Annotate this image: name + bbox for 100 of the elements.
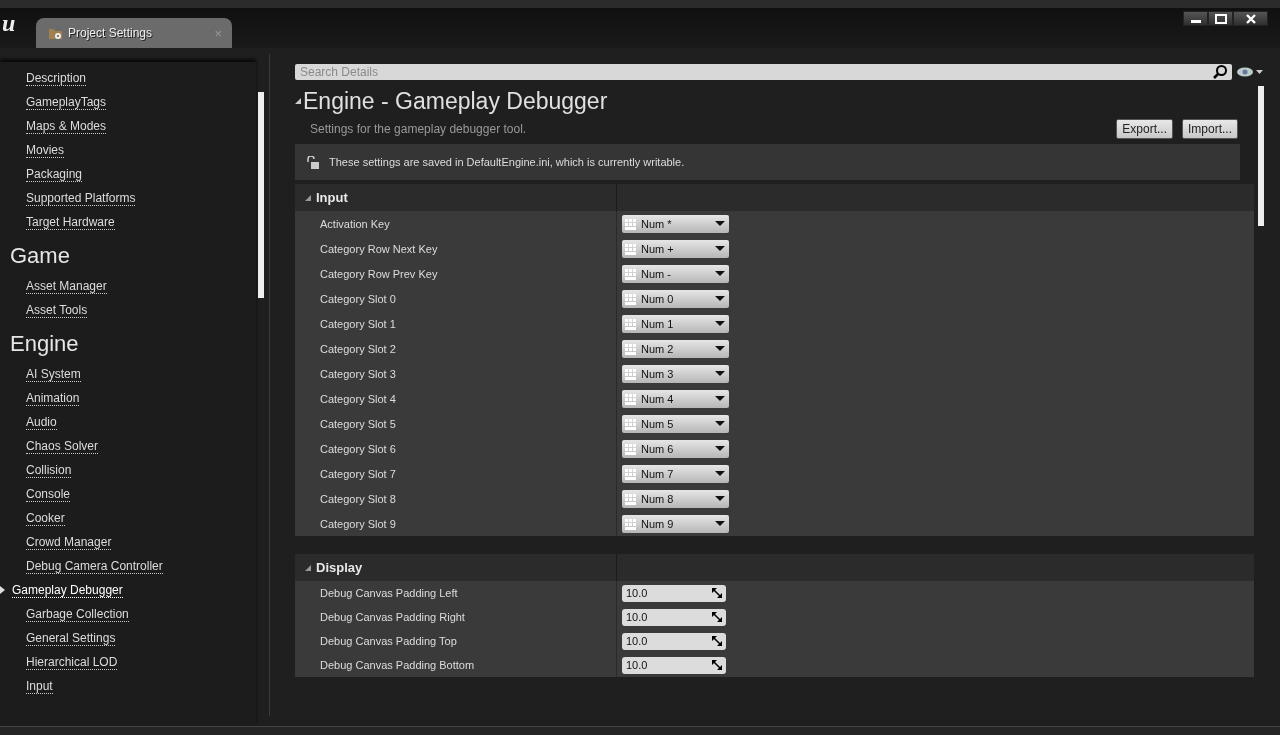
key-dropdown[interactable]: Num 6: [622, 439, 729, 458]
sidebar-link[interactable]: Target Hardware: [10, 214, 115, 230]
caret-icon: [715, 496, 725, 501]
scrollbar-thumb[interactable]: [258, 92, 264, 298]
property-label: Category Slot 0: [320, 292, 396, 305]
property-label: Category Slot 1: [320, 317, 396, 330]
maximize-icon: [1214, 13, 1227, 24]
property-label: Category Slot 2: [320, 342, 396, 355]
property-label: Category Slot 9: [320, 517, 396, 530]
key-dropdown[interactable]: Num 0: [622, 289, 729, 308]
property-label: Category Row Prev Key: [320, 267, 438, 280]
caret-icon: [715, 446, 725, 451]
property-label: Debug Canvas Padding Top: [320, 635, 457, 647]
property-label: Category Slot 7: [320, 467, 396, 480]
property-label: Debug Canvas Padding Bottom: [320, 659, 475, 671]
search-field[interactable]: Search Details: [295, 64, 1232, 80]
sidebar-link[interactable]: Description: [10, 70, 87, 86]
sidebar-link[interactable]: Gameplay Debugger: [0, 582, 123, 598]
caret-icon: [715, 321, 725, 326]
caret-icon: [715, 246, 725, 251]
number-field[interactable]: 10.0: [622, 656, 726, 674]
sidebar-link[interactable]: Asset Tools: [10, 302, 88, 318]
close-button[interactable]: [1233, 11, 1268, 26]
collapse-arrow-icon[interactable]: [295, 98, 301, 104]
sidebar-link[interactable]: Console: [10, 486, 71, 502]
key-dropdown[interactable]: Num 2: [622, 339, 729, 358]
close-icon: [1244, 13, 1257, 24]
sidebar-link[interactable]: Asset Manager: [10, 278, 107, 294]
property-label: Debug Canvas Padding Left: [320, 587, 458, 599]
project-settings-tab[interactable]: Project Settings ×: [36, 18, 232, 48]
property-label: Category Slot 3: [320, 367, 396, 380]
caret-icon: [715, 221, 725, 226]
sidebar-link[interactable]: Movies: [10, 142, 64, 158]
maximize-button[interactable]: [1208, 11, 1233, 26]
page-title: Engine - Gameplay Debugger: [303, 87, 608, 115]
expand-arrow-icon[interactable]: [305, 564, 311, 571]
property-label: Category Slot 4: [320, 392, 396, 405]
minimize-button[interactable]: [1183, 11, 1208, 26]
key-dropdown[interactable]: Num 4: [622, 389, 729, 408]
notice-text: These settings are saved in DefaultEngine.ini, which is currently writable.: [329, 156, 685, 168]
number-field[interactable]: 10.0: [622, 608, 726, 626]
caret-icon: [715, 421, 725, 426]
property-label: Category Slot 6: [320, 442, 396, 455]
sidebar-link[interactable]: Packaging: [10, 166, 83, 182]
section-header[interactable]: Input: [295, 184, 1254, 211]
caret-icon: [715, 271, 725, 276]
drag-arrows-icon[interactable]: [712, 612, 722, 622]
sidebar-link[interactable]: Cooker: [10, 510, 65, 526]
number-field[interactable]: 10.0: [622, 632, 726, 650]
key-dropdown[interactable]: Num +: [622, 239, 729, 258]
key-dropdown[interactable]: Num 9: [622, 514, 729, 533]
property-label: Category Row Next Key: [320, 242, 438, 255]
caret-icon: [715, 396, 725, 401]
key-dropdown[interactable]: Num 1: [622, 314, 729, 333]
sidebar-link[interactable]: Maps & Modes: [10, 118, 107, 134]
section-title: Input: [316, 190, 348, 205]
eye-dropdown-icon[interactable]: [1236, 66, 1264, 78]
app-logo: u: [2, 10, 16, 37]
key-dropdown[interactable]: Num 8: [622, 489, 729, 508]
sidebar-link[interactable]: Collision: [10, 462, 72, 478]
property-label: Category Slot 5: [320, 417, 396, 430]
number-field[interactable]: 10.0: [622, 584, 726, 602]
unlocked-lock-icon: [307, 155, 319, 169]
property-label: Activation Key: [320, 217, 390, 230]
property-label: Category Slot 8: [320, 492, 396, 505]
sidebar-link[interactable]: Chaos Solver: [10, 438, 99, 454]
category-heading: Engine: [10, 330, 80, 358]
sidebar-link[interactable]: Hierarchical LOD: [10, 654, 118, 670]
key-dropdown[interactable]: Num 7: [622, 464, 729, 483]
sidebar-link[interactable]: Input: [10, 678, 53, 694]
drag-arrows-icon[interactable]: [712, 636, 722, 646]
scrollbar-thumb[interactable]: [1258, 86, 1264, 226]
caret-icon: [715, 346, 725, 351]
sidebar-link[interactable]: General Settings: [10, 630, 116, 646]
drag-arrows-icon[interactable]: [712, 660, 722, 670]
sidebar-link[interactable]: Debug Camera Controller: [10, 558, 163, 574]
sidebar-link[interactable]: Animation: [10, 390, 80, 406]
drag-arrows-icon[interactable]: [712, 588, 722, 598]
page-description: Settings for the gameplay debugger tool.: [310, 122, 527, 136]
action-button[interactable]: Import...: [1182, 119, 1238, 139]
sidebar-link[interactable]: Supported Platforms: [10, 190, 136, 206]
sidebar-link[interactable]: Garbage Collection: [10, 606, 129, 622]
category-heading: Game: [10, 242, 71, 270]
property-label: Debug Canvas Padding Right: [320, 611, 465, 623]
key-dropdown[interactable]: Num 3: [622, 364, 729, 383]
search-icon: [1212, 64, 1228, 80]
sidebar-link[interactable]: Crowd Manager: [10, 534, 112, 550]
section-header[interactable]: Display: [295, 554, 1254, 581]
expand-arrow-icon[interactable]: [305, 194, 311, 201]
sidebar-link[interactable]: AI System: [10, 366, 81, 382]
caret-icon: [715, 296, 725, 301]
key-dropdown[interactable]: Num 5: [622, 414, 729, 433]
action-button[interactable]: Export...: [1116, 119, 1173, 139]
key-dropdown[interactable]: Num *: [622, 214, 729, 233]
caret-icon: [715, 521, 725, 526]
sidebar-link[interactable]: Audio: [10, 414, 57, 430]
sidebar-link[interactable]: GameplayTags: [10, 94, 107, 110]
minimize-icon: [1190, 19, 1201, 23]
key-dropdown[interactable]: Num -: [622, 264, 729, 283]
caret-icon: [715, 371, 725, 376]
